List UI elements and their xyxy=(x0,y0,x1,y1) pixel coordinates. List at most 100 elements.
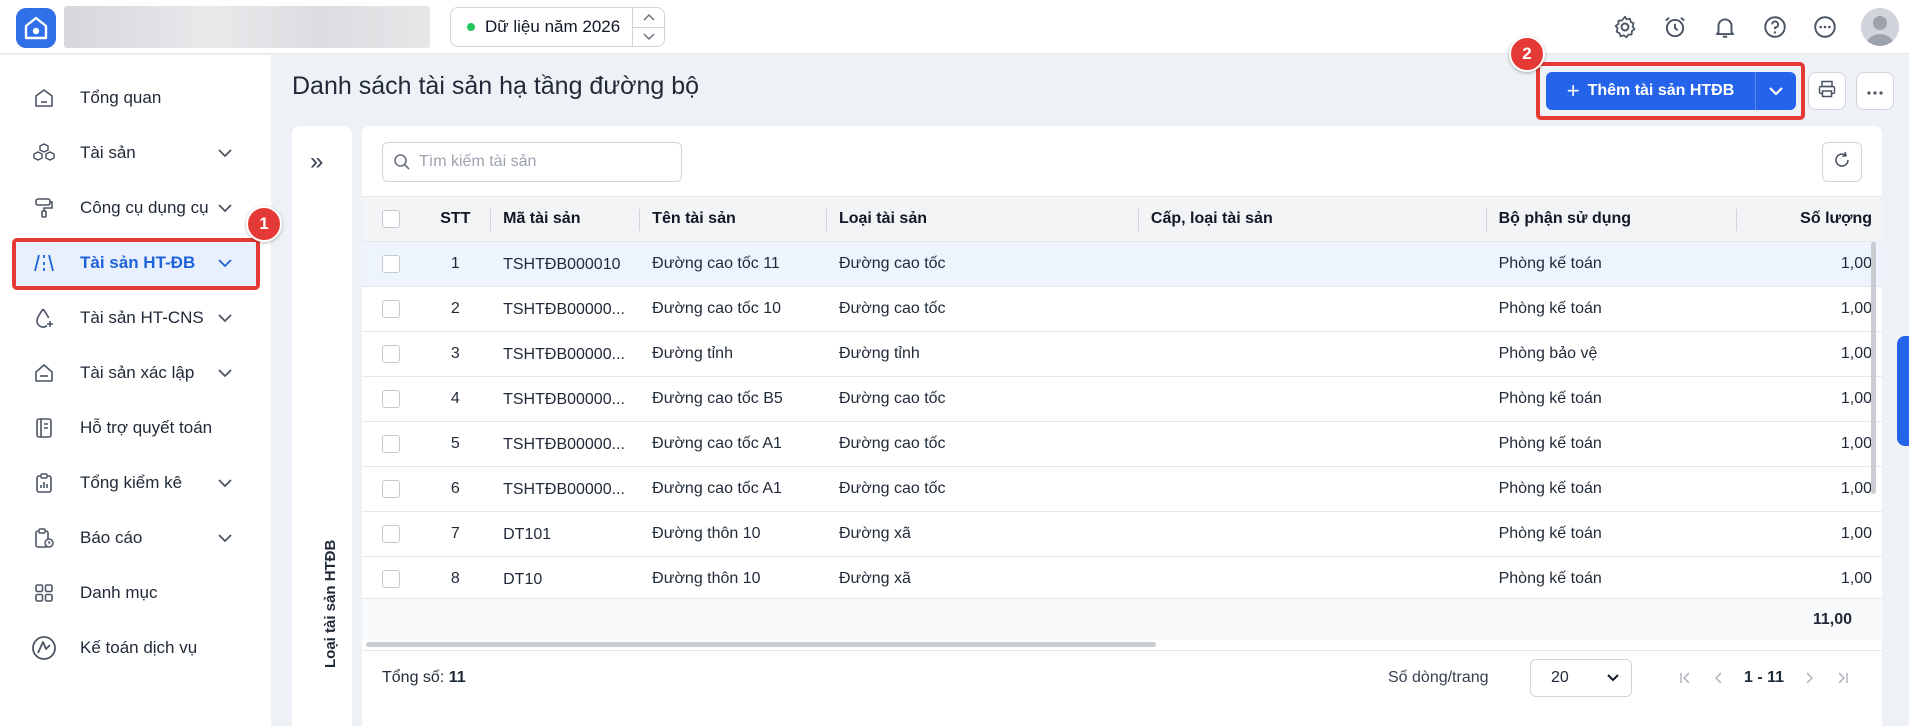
cell-bo-phan: Phòng kế toán xyxy=(1498,570,1602,587)
row-checkbox[interactable] xyxy=(362,377,420,421)
search-icon xyxy=(393,153,411,171)
print-button[interactable] xyxy=(1808,72,1846,110)
more-icon[interactable] xyxy=(1811,13,1839,41)
search-box[interactable] xyxy=(382,142,682,182)
column-header-so-luong[interactable]: Số lượng xyxy=(1737,197,1882,241)
table-row[interactable]: 3 TSHTĐB00000... Đường tỉnh Đường tỉnh Phòng… xyxy=(362,332,1882,377)
sidebar-item-tong-quan[interactable]: Tổng quan xyxy=(14,75,257,121)
row-checkbox[interactable] xyxy=(362,242,420,286)
add-asset-button[interactable]: + Thêm tài sản HTĐB xyxy=(1546,72,1796,110)
year-selector[interactable]: Dữ liệu năm 2026 xyxy=(450,7,665,47)
bell-icon[interactable] xyxy=(1711,13,1739,41)
app-logo-icon[interactable] xyxy=(16,8,56,48)
rows-per-page-label: Số dòng/trang xyxy=(1388,669,1489,686)
total-count: Tổng số: 11 xyxy=(382,669,466,687)
row-checkbox[interactable] xyxy=(362,422,420,466)
table-row[interactable]: 7 DT101 Đường thôn 10 Đường xã Phòng kế toán… xyxy=(362,512,1882,557)
select-all-checkbox[interactable] xyxy=(362,197,420,241)
table-row[interactable]: 5 TSHTĐB00000... Đường cao tốc A1 Đường cao… xyxy=(362,422,1882,467)
page-title: Danh sách tài sản hạ tầng đường bộ xyxy=(292,72,700,100)
row-checkbox[interactable] xyxy=(362,332,420,376)
table-row[interactable]: 2 TSHTĐB00000... Đường cao tốc 10 Đường cao… xyxy=(362,287,1882,332)
cell-loai: Đường cao tốc xyxy=(838,480,946,497)
add-asset-main[interactable]: + Thêm tài sản HTĐB xyxy=(1546,72,1756,110)
total-count-value: 11 xyxy=(448,669,466,686)
cell-so-luong: 1,00 xyxy=(1840,570,1873,587)
sidebar-item-label: Tài sản xyxy=(80,143,136,162)
alarm-clock-icon[interactable] xyxy=(1661,13,1689,41)
cell-ten: Đường cao tốc A1 xyxy=(652,480,782,497)
column-header-cap[interactable]: Cấp, loại tài sản xyxy=(1139,197,1487,241)
sidebar-item-bao-cao[interactable]: Báo cáo xyxy=(14,515,257,561)
total-quantity: 11,00 xyxy=(1812,611,1852,628)
table-row[interactable]: 6 TSHTĐB00000... Đường cao tốc A1 Đường cao… xyxy=(362,467,1882,512)
sidebar-item-label: Danh mục xyxy=(80,583,158,602)
prev-page-icon[interactable] xyxy=(1702,661,1736,695)
horizontal-scrollbar[interactable] xyxy=(362,640,1882,648)
settings-icon[interactable] xyxy=(1611,13,1639,41)
sidebar-item-tai-san[interactable]: Tài sản xyxy=(14,130,257,176)
refresh-button[interactable] xyxy=(1822,142,1862,182)
row-checkbox[interactable] xyxy=(362,512,420,556)
chevron-down-icon[interactable] xyxy=(633,28,664,47)
blurred-org-name xyxy=(64,6,430,48)
expand-panel-icon[interactable]: » xyxy=(310,148,323,176)
sidebar-item-tai-san-xac-lap[interactable]: Tài sản xác lập xyxy=(14,350,257,396)
cell-ten: Đường tỉnh xyxy=(652,345,733,362)
add-asset-dropdown[interactable] xyxy=(1756,72,1796,110)
sidebar-item-ke-toan-dich-vu[interactable]: Kế toán dịch vụ xyxy=(14,625,257,671)
table-row[interactable]: 1 TSHTĐB000010 Đường cao tốc 11 Đường cao t… xyxy=(362,242,1882,287)
home-icon xyxy=(30,84,58,112)
chevron-down-icon xyxy=(215,363,235,383)
first-page-icon[interactable] xyxy=(1668,661,1702,695)
cell-bo-phan: Phòng kế toán xyxy=(1498,390,1602,407)
cell-stt: 2 xyxy=(450,300,460,317)
column-header-loai[interactable]: Loại tài sản xyxy=(827,197,1139,241)
column-header-ma[interactable]: Mã tài sản xyxy=(491,197,641,241)
next-page-icon[interactable] xyxy=(1792,661,1826,695)
table-row[interactable]: 4 TSHTĐB00000... Đường cao tốc B5 Đường cao… xyxy=(362,377,1882,422)
service-logo-icon xyxy=(30,634,58,662)
cell-ten: Đường cao tốc 11 xyxy=(652,255,780,272)
add-asset-label: Thêm tài sản HTĐB xyxy=(1587,82,1735,99)
cell-bo-phan: Phòng kế toán xyxy=(1498,480,1602,497)
sidebar-item-label: Tài sản HT-CNS xyxy=(80,308,204,327)
chevron-down-icon xyxy=(1607,669,1619,687)
sidebar-item-tong-kiem-ke[interactable]: Tổng kiểm kê xyxy=(14,460,257,506)
cell-cap xyxy=(1139,332,1487,376)
column-header-ten[interactable]: Tên tài sản xyxy=(640,197,827,241)
notebook-icon xyxy=(30,414,58,442)
year-stepper[interactable] xyxy=(632,8,664,46)
cubes-icon xyxy=(30,139,58,167)
sidebar-item-label: Báo cáo xyxy=(80,528,143,547)
sidebar-item-cong-cu-dung-cu[interactable]: Công cụ dụng cụ xyxy=(14,185,257,231)
cell-cap xyxy=(1139,512,1487,556)
avatar[interactable] xyxy=(1861,8,1899,46)
cell-ten: Đường cao tốc 10 xyxy=(652,300,781,317)
rows-per-page-select[interactable]: 20 xyxy=(1530,659,1632,697)
cell-so-luong: 1,00 xyxy=(1840,435,1873,452)
table-row[interactable]: 8 DT10 Đường thôn 10 Đường xã Phòng kế toán 1… xyxy=(362,557,1882,602)
help-icon[interactable] xyxy=(1761,13,1789,41)
cell-loai: Đường cao tốc xyxy=(838,255,946,272)
sidebar-item-danh-muc[interactable]: Danh mục xyxy=(14,570,257,616)
side-panel-toggle[interactable] xyxy=(1897,336,1909,446)
row-checkbox[interactable] xyxy=(362,467,420,511)
sidebar-item-tai-san-ht-cns[interactable]: Tài sản HT-CNS xyxy=(14,295,257,341)
column-header-bo-phan[interactable]: Bộ phận sử dụng xyxy=(1487,197,1737,241)
column-header-stt[interactable]: STT xyxy=(420,197,492,241)
cell-stt: 1 xyxy=(450,255,460,272)
vertical-scrollbar[interactable] xyxy=(1871,242,1877,617)
cell-cap xyxy=(1139,377,1487,421)
more-actions-button[interactable] xyxy=(1856,72,1894,110)
last-page-icon[interactable] xyxy=(1826,661,1860,695)
row-checkbox[interactable] xyxy=(362,287,420,331)
search-input[interactable] xyxy=(419,153,681,171)
sidebar-item-ho-tro-quyet-toan[interactable]: Hỗ trợ quyết toán xyxy=(14,405,257,451)
cell-ma: TSHTĐB00000... xyxy=(503,480,625,498)
row-checkbox[interactable] xyxy=(362,557,420,601)
cell-cap xyxy=(1139,467,1487,511)
refresh-icon xyxy=(1832,150,1852,175)
cell-loai: Đường cao tốc xyxy=(838,390,946,407)
chevron-up-icon[interactable] xyxy=(633,8,664,28)
